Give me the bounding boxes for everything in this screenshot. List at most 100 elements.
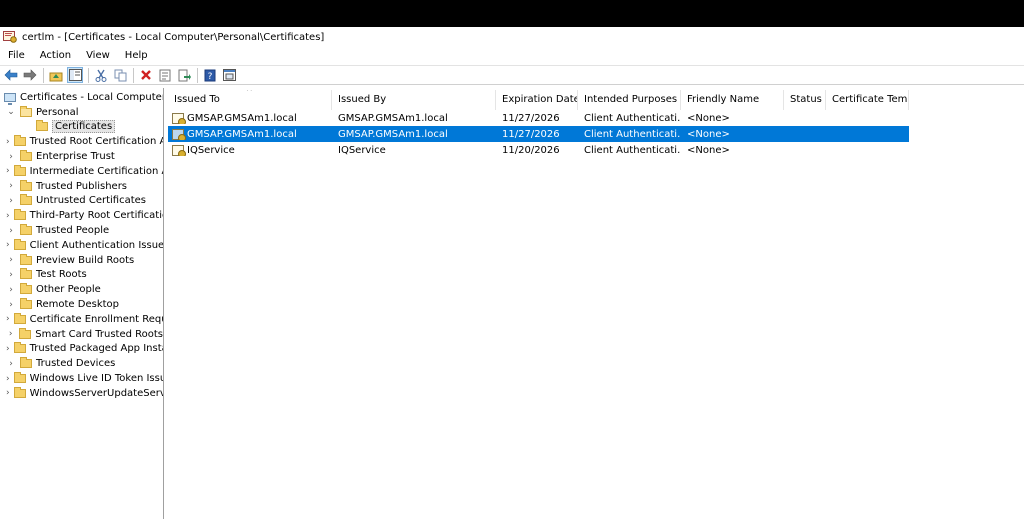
chevron-right-icon[interactable]: › xyxy=(6,211,10,221)
folder-icon xyxy=(20,194,32,206)
tree-item-store[interactable]: › Trusted Devices xyxy=(0,356,163,371)
tree-item-store[interactable]: › WindowsServerUpdateService xyxy=(0,386,163,401)
tree-item-label: Trusted Publishers xyxy=(36,180,128,192)
chevron-right-icon[interactable]: › xyxy=(6,226,16,236)
chevron-down-icon[interactable]: ⌄ xyxy=(6,107,16,117)
tree-item-store[interactable]: › Certificate Enrollment Reques xyxy=(0,312,163,327)
menu-help[interactable]: Help xyxy=(117,50,155,61)
tree-item-label: Test Roots xyxy=(36,269,87,281)
tree-item-store[interactable]: › Enterprise Trust xyxy=(0,149,163,164)
tree-item-label: Other People xyxy=(36,284,101,296)
table-row[interactable]: GMSAP.GMSAm1.local GMSAP.GMSAm1.local 11/2… xyxy=(168,110,1024,126)
tree-item-personal[interactable]: ⌄ Personal xyxy=(0,105,163,120)
list-header: ^ Issued To Issued By Expiration Date In… xyxy=(168,90,1024,110)
cell-intended-purposes: Client Authenticati... xyxy=(584,144,681,156)
chevron-right-icon[interactable]: › xyxy=(6,181,16,191)
chevron-right-icon[interactable]: › xyxy=(6,196,16,206)
cell-expiration-date: 11/27/2026 xyxy=(502,112,560,124)
tree-item-store[interactable]: › Client Authentication Issuers xyxy=(0,238,163,253)
folder-icon xyxy=(19,327,32,339)
column-friendly-name[interactable]: Friendly Name xyxy=(681,90,784,110)
tree-item-label: Personal xyxy=(36,106,79,118)
tree-item-store[interactable]: › Smart Card Trusted Roots xyxy=(0,327,163,342)
back-arrow-icon[interactable] xyxy=(3,67,19,83)
tree-item-store[interactable]: › Test Roots xyxy=(0,268,163,283)
tree-item-label: Third-Party Root Certification xyxy=(29,210,164,222)
column-certificate-template[interactable]: Certificate Tem... xyxy=(826,90,909,110)
table-row[interactable]: GMSAP.GMSAm1.local GMSAP.GMSAm1.local 11/2… xyxy=(168,126,909,142)
column-status[interactable]: Status xyxy=(784,90,826,110)
chevron-right-icon[interactable]: › xyxy=(6,166,10,176)
tree-item-certificates[interactable]: Certificates xyxy=(0,120,163,135)
tree-item-store[interactable]: › Untrusted Certificates xyxy=(0,194,163,209)
computer-icon xyxy=(4,92,16,105)
properties-icon[interactable] xyxy=(157,67,173,83)
cell-issued-by: IQService xyxy=(338,144,386,156)
copy-icon[interactable] xyxy=(112,67,128,83)
menu-view[interactable]: View xyxy=(78,50,117,61)
chevron-right-icon[interactable]: › xyxy=(6,374,10,384)
window-title: certlm - [Certificates - Local Computer\… xyxy=(22,31,325,43)
table-row[interactable]: IQService IQService 11/20/2026 Client Authe… xyxy=(168,142,1024,158)
tree-item-store[interactable]: › Third-Party Root Certification xyxy=(0,208,163,223)
folder-icon xyxy=(20,150,32,162)
cell-friendly-name: <None> xyxy=(687,128,730,140)
chevron-right-icon[interactable]: › xyxy=(6,314,10,324)
console-view-icon[interactable] xyxy=(221,67,237,83)
tree-item-store[interactable]: › Remote Desktop xyxy=(0,297,163,312)
chevron-right-icon[interactable]: › xyxy=(6,359,16,369)
help-icon[interactable]: ? xyxy=(202,67,218,83)
tree-item-store[interactable]: › Trusted People xyxy=(0,223,163,238)
cut-icon[interactable] xyxy=(93,67,109,83)
tree-item-store[interactable]: › Trusted Root Certification Au xyxy=(0,134,163,149)
black-top-strip xyxy=(0,0,1024,27)
cell-text: GMSAP.GMSAm1.local xyxy=(187,128,297,140)
export-list-icon[interactable] xyxy=(176,67,192,83)
forward-arrow-icon[interactable] xyxy=(22,67,38,83)
tree-item-label: Client Authentication Issuers xyxy=(29,239,164,251)
tree-item-root[interactable]: Certificates - Local Computer xyxy=(0,90,163,105)
tree-item-store[interactable]: › Other People xyxy=(0,282,163,297)
folder-icon xyxy=(20,253,32,265)
chevron-right-icon[interactable]: › xyxy=(6,344,10,354)
menu-file[interactable]: File xyxy=(0,50,32,61)
up-folder-icon[interactable] xyxy=(48,67,64,83)
tree-item-label: Remote Desktop xyxy=(36,299,120,311)
chevron-right-icon[interactable]: › xyxy=(6,240,10,250)
chevron-right-icon[interactable]: › xyxy=(6,137,10,147)
chevron-right-icon[interactable]: › xyxy=(6,255,16,265)
column-intended-purposes[interactable]: Intended Purposes xyxy=(578,90,681,110)
tree-item-store[interactable]: › Windows Live ID Token Issuer xyxy=(0,371,163,386)
toolbar-separator xyxy=(88,67,89,83)
toolbar-separator xyxy=(43,67,44,83)
cell-issued-by: GMSAP.GMSAm1.local xyxy=(338,128,448,140)
delete-icon[interactable] xyxy=(138,67,154,83)
folder-open-icon xyxy=(20,105,32,117)
tree-item-label: Certificates xyxy=(52,120,116,134)
tree-item-store[interactable]: › Preview Build Roots xyxy=(0,253,163,268)
chevron-right-icon[interactable]: › xyxy=(6,270,16,280)
cell-intended-purposes: Client Authenticati... xyxy=(584,112,681,124)
tree-item-label: Certificate Enrollment Reques xyxy=(29,313,163,325)
tree-item-label: Intermediate Certification Au xyxy=(29,165,164,177)
tree-item-store[interactable]: › Intermediate Certification Au xyxy=(0,164,163,179)
chevron-right-icon[interactable]: › xyxy=(6,388,10,398)
cell-expiration-date: 11/20/2026 xyxy=(502,144,560,156)
menu-action[interactable]: Action xyxy=(32,50,78,61)
title-bar: certlm - [Certificates - Local Computer\… xyxy=(0,27,1024,47)
column-issued-by[interactable]: Issued By xyxy=(332,90,496,110)
certificate-list: ^ Issued To Issued By Expiration Date In… xyxy=(168,90,1024,519)
chevron-right-icon[interactable]: › xyxy=(6,300,16,310)
tree-item-store[interactable]: › Trusted Packaged App Installa xyxy=(0,342,163,357)
tree-item-store[interactable]: › Trusted Publishers xyxy=(0,179,163,194)
column-expiration-date[interactable]: Expiration Date xyxy=(496,90,578,110)
chevron-right-icon[interactable]: › xyxy=(6,329,15,339)
cell-friendly-name: <None> xyxy=(687,112,730,124)
chevron-right-icon[interactable]: › xyxy=(6,152,16,162)
certificate-icon xyxy=(172,112,186,124)
cell-text: IQService xyxy=(187,144,235,156)
certificate-icon xyxy=(172,128,186,140)
show-hide-tree-icon[interactable] xyxy=(67,67,83,83)
sort-ascending-icon: ^ xyxy=(246,90,253,96)
chevron-right-icon[interactable]: › xyxy=(6,285,16,295)
